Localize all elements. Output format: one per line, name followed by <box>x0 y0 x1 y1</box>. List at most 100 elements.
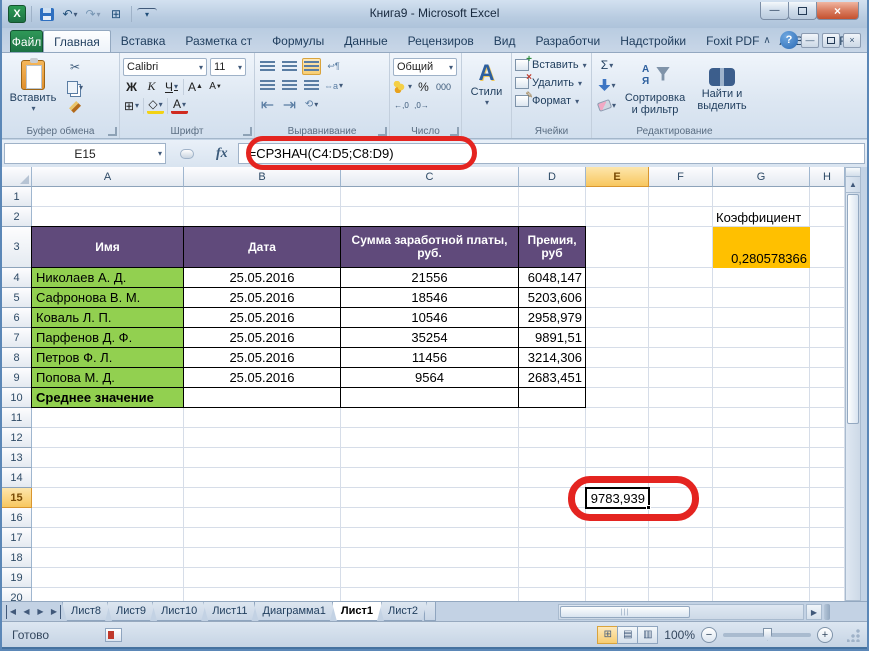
cell-B4[interactable]: 25.05.2016 <box>184 268 341 288</box>
cell-E12[interactable] <box>586 428 649 448</box>
cell-F9[interactable] <box>649 368 713 388</box>
ribbon-tab-4[interactable]: Данные <box>334 30 397 52</box>
cell-F10[interactable] <box>649 388 713 408</box>
row-header-17[interactable]: 17 <box>2 528 32 548</box>
cell-E16[interactable] <box>586 508 649 528</box>
dialog-launcher-icon[interactable] <box>243 127 252 136</box>
cell-C1[interactable] <box>341 187 519 207</box>
col-header-F[interactable]: F <box>649 167 713 187</box>
cell-E17[interactable] <box>586 528 649 548</box>
cell-C12[interactable] <box>341 428 519 448</box>
workbook-close-button[interactable]: × <box>843 33 861 48</box>
cell-B16[interactable] <box>184 508 341 528</box>
cell-G4[interactable] <box>713 268 810 288</box>
col-header-C[interactable]: C <box>341 167 519 187</box>
cell-C4[interactable]: 21556 <box>341 268 519 288</box>
cell-F15[interactable] <box>649 488 713 508</box>
cell-A19[interactable] <box>32 568 184 588</box>
row-header-19[interactable]: 19 <box>2 568 32 588</box>
cell-F14[interactable] <box>649 468 713 488</box>
cell-G15[interactable] <box>713 488 810 508</box>
percent-format-button[interactable]: % <box>415 78 432 95</box>
select-all-corner[interactable] <box>2 167 32 187</box>
cell-H16[interactable] <box>810 508 845 528</box>
row-header-11[interactable]: 11 <box>2 408 32 428</box>
cell-C20[interactable] <box>341 588 519 601</box>
cell-D18[interactable] <box>519 548 586 568</box>
cell-G8[interactable] <box>713 348 810 368</box>
last-sheet-button[interactable]: ▶ <box>48 605 61 619</box>
cell-C5[interactable]: 18546 <box>341 288 519 308</box>
restore-button[interactable] <box>788 2 817 20</box>
cell-H2[interactable] <box>810 207 845 227</box>
cell-B18[interactable] <box>184 548 341 568</box>
cell-E5[interactable] <box>586 288 649 308</box>
font-family-select[interactable]: Calibri▾ <box>123 58 207 76</box>
table-header-D3[interactable]: Премия, руб <box>519 227 586 268</box>
vertical-scrollbar[interactable]: ▲ <box>845 167 861 601</box>
cell-G2[interactable]: Коэффициент <box>713 207 810 227</box>
zoom-in-button[interactable]: + <box>817 627 833 643</box>
cell-F7[interactable] <box>649 328 713 348</box>
formula-input[interactable]: =СРЗНАЧ(C4:D5;C8:D9) <box>238 143 865 164</box>
sheet-tab-3[interactable]: Лист11 <box>203 602 256 621</box>
cell-A8[interactable]: Петров Ф. Л. <box>32 348 184 368</box>
cell-E13[interactable] <box>586 448 649 468</box>
cell-D9[interactable]: 2683,451 <box>519 368 586 388</box>
fill-button[interactable]: ▾ <box>595 76 619 94</box>
prev-sheet-button[interactable]: ◀ <box>20 605 33 619</box>
cell-D4[interactable]: 6048,147 <box>519 268 586 288</box>
cell-A20[interactable] <box>32 588 184 601</box>
cell-H1[interactable] <box>810 187 845 207</box>
row-header-14[interactable]: 14 <box>2 468 32 488</box>
cell-E10[interactable] <box>586 388 649 408</box>
row-header-3[interactable]: 3 <box>2 227 32 268</box>
cell-B7[interactable]: 25.05.2016 <box>184 328 341 348</box>
zoom-slider-thumb[interactable] <box>763 628 772 641</box>
help-button[interactable]: ? <box>780 31 798 49</box>
number-format-select[interactable]: Общий▾ <box>393 58 457 76</box>
cell-F4[interactable] <box>649 268 713 288</box>
ribbon-tab-7[interactable]: Разработчи <box>525 30 610 52</box>
cell-F11[interactable] <box>649 408 713 428</box>
cell-H4[interactable] <box>810 268 845 288</box>
orientation-button[interactable]: ⟲▾ <box>302 96 321 113</box>
decrease-indent-button[interactable]: ⇤ <box>258 96 277 113</box>
cell-A17[interactable] <box>32 528 184 548</box>
ribbon-tab-1[interactable]: Вставка <box>111 30 176 52</box>
horizontal-scrollbar[interactable]: ||| <box>558 604 804 620</box>
cell-F18[interactable] <box>649 548 713 568</box>
wrap-text-button[interactable]: ↩¶ <box>324 58 343 75</box>
row-header-1[interactable]: 1 <box>2 187 32 207</box>
cell-B10[interactable] <box>184 388 341 408</box>
row-header-2[interactable]: 2 <box>2 207 32 227</box>
font-color-button[interactable]: А▾ <box>171 97 188 114</box>
cell-H13[interactable] <box>810 448 845 468</box>
page-layout-view-button[interactable]: ▤ <box>617 626 638 644</box>
cell-E4[interactable] <box>586 268 649 288</box>
resize-grip[interactable] <box>847 628 861 642</box>
cell-A14[interactable] <box>32 468 184 488</box>
formula-bar-divider[interactable] <box>180 149 194 159</box>
format-cells-button[interactable]: Формат▾ <box>515 92 588 110</box>
cell-D11[interactable] <box>519 408 586 428</box>
col-header-G[interactable]: G <box>713 167 810 187</box>
collapse-ribbon-button[interactable]: ∧ <box>758 32 776 49</box>
cell-B13[interactable] <box>184 448 341 468</box>
table-header-B3[interactable]: Дата <box>184 227 341 268</box>
cell-A15[interactable] <box>32 488 184 508</box>
increase-decimal-button[interactable]: ←,0 <box>393 97 410 114</box>
cell-H20[interactable] <box>810 588 845 601</box>
cell-B12[interactable] <box>184 428 341 448</box>
selected-cell-E15[interactable]: 9783,939 <box>585 487 650 509</box>
italic-button[interactable]: К <box>143 78 160 95</box>
cell-F19[interactable] <box>649 568 713 588</box>
cell-G13[interactable] <box>713 448 810 468</box>
sort-filter-button[interactable]: АЯ Сортировка и фильтр <box>619 56 691 123</box>
cell-E9[interactable] <box>586 368 649 388</box>
minimize-button[interactable]: — <box>760 2 789 20</box>
row-header-18[interactable]: 18 <box>2 548 32 568</box>
font-size-select[interactable]: 11▾ <box>210 58 246 76</box>
cell-C9[interactable]: 9564 <box>341 368 519 388</box>
horizontal-scroll-thumb[interactable]: ||| <box>560 606 690 618</box>
